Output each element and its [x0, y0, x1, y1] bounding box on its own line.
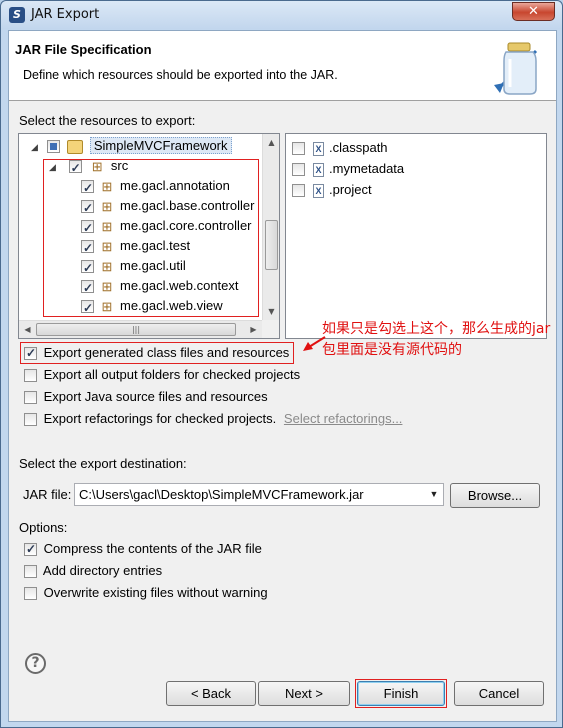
- jar-file-combo[interactable]: C:\Users\gacl\Desktop\SimpleMVCFramework…: [74, 483, 444, 506]
- export-refactorings-option[interactable]: Export refactorings for checked projects…: [24, 411, 402, 427]
- option-label: Export all output folders for checked pr…: [43, 367, 301, 382]
- scroll-corner: [262, 320, 279, 338]
- highlight-box-finish: [355, 679, 447, 708]
- collapse-arrow-icon[interactable]: ◢: [31, 137, 41, 157]
- file-label: .mymetadata: [329, 161, 405, 176]
- tree-horizontal-scrollbar[interactable]: ◀ ||| ▶: [19, 320, 262, 338]
- eclipse-app-icon: S: [9, 7, 25, 23]
- select-refactorings-link[interactable]: Select refactorings...: [284, 411, 403, 426]
- scroll-thumb[interactable]: [265, 220, 278, 270]
- scroll-up-arrow-icon[interactable]: ▲: [263, 134, 279, 151]
- tree-item-project[interactable]: ◢ SimpleMVCFramework: [31, 136, 232, 156]
- next-button[interactable]: Next >: [258, 681, 350, 706]
- page-title: JAR File Specification: [15, 42, 152, 57]
- file-checkbox[interactable]: [292, 163, 305, 177]
- annotation-note: 如果只是勾选上这个，那么生成的jar包里面是没有源代码的: [322, 321, 551, 358]
- java-project-icon: [67, 139, 84, 154]
- checkbox[interactable]: [24, 587, 37, 601]
- highlight-box-packages: [43, 159, 259, 317]
- back-button[interactable]: < Back: [166, 681, 256, 706]
- checkbox[interactable]: [24, 391, 37, 405]
- title-bar: S JAR Export ✕: [1, 1, 562, 29]
- scroll-right-arrow-icon[interactable]: ▶: [245, 321, 262, 338]
- close-button[interactable]: ✕: [512, 2, 555, 21]
- destination-label: Select the export destination:: [19, 456, 187, 471]
- option-label: Compress the contents of the JAR file: [43, 541, 262, 556]
- scroll-down-arrow-icon[interactable]: ▼: [263, 303, 279, 320]
- jar-file-path: C:\Users\gacl\Desktop\SimpleMVCFramework…: [79, 487, 364, 502]
- jar-export-window: S JAR Export ✕ JAR File Specification De…: [0, 0, 563, 728]
- project-label: SimpleMVCFramework: [89, 137, 232, 154]
- file-item[interactable]: X .project: [292, 180, 372, 200]
- option-label: Overwrite existing files without warning: [43, 585, 268, 600]
- help-icon[interactable]: ?: [25, 653, 46, 674]
- checkbox[interactable]: [24, 565, 37, 579]
- resources-label: Select the resources to export:: [19, 113, 196, 128]
- scroll-left-arrow-icon[interactable]: ◀: [19, 321, 36, 338]
- file-checkbox[interactable]: [292, 142, 305, 156]
- jar-icon: [494, 42, 538, 95]
- checkbox[interactable]: [24, 541, 37, 557]
- dropdown-arrow-icon[interactable]: ▼: [427, 484, 441, 505]
- file-item[interactable]: X .classpath: [292, 138, 388, 158]
- checkbox[interactable]: [24, 369, 37, 383]
- browse-button[interactable]: Browse...: [450, 483, 540, 508]
- compress-option[interactable]: Compress the contents of the JAR file: [24, 541, 262, 557]
- dialog-client: JAR File Specification Define which reso…: [8, 30, 557, 722]
- option-label: Export refactorings for checked projects…: [43, 411, 277, 426]
- xml-file-icon: X: [313, 162, 324, 177]
- file-label: .classpath: [329, 140, 388, 155]
- tree-vertical-scrollbar[interactable]: ▲ ▼: [262, 134, 279, 320]
- scroll-thumb[interactable]: |||: [36, 323, 236, 336]
- file-label: .project: [329, 182, 372, 197]
- checkbox[interactable]: [24, 413, 37, 427]
- file-checkbox[interactable]: [292, 184, 305, 198]
- file-item[interactable]: X .mymetadata: [292, 159, 404, 179]
- options-label: Options:: [19, 520, 68, 535]
- file-list[interactable]: X .classpath X .mymetadata X .project: [285, 133, 547, 339]
- add-directory-entries-option[interactable]: Add directory entries: [24, 563, 162, 579]
- export-output-folders-option[interactable]: Export all output folders for checked pr…: [24, 367, 300, 383]
- highlight-box-option: [20, 342, 294, 364]
- option-label: Add directory entries: [42, 563, 163, 578]
- page-description: Define which resources should be exporte…: [23, 68, 338, 82]
- overwrite-option[interactable]: Overwrite existing files without warning: [24, 585, 268, 601]
- export-java-source-option[interactable]: Export Java source files and resources: [24, 389, 268, 405]
- project-checkbox[interactable]: [46, 140, 60, 154]
- jar-file-label: JAR file:: [23, 487, 72, 502]
- cancel-button[interactable]: Cancel: [454, 681, 544, 706]
- option-label: Export Java source files and resources: [43, 389, 268, 404]
- xml-file-icon: X: [313, 183, 324, 198]
- window-title: JAR Export: [31, 7, 100, 22]
- annotation-arrow-icon: [303, 336, 326, 351]
- xml-file-icon: X: [313, 141, 324, 156]
- wizard-header: JAR File Specification Define which reso…: [9, 31, 556, 101]
